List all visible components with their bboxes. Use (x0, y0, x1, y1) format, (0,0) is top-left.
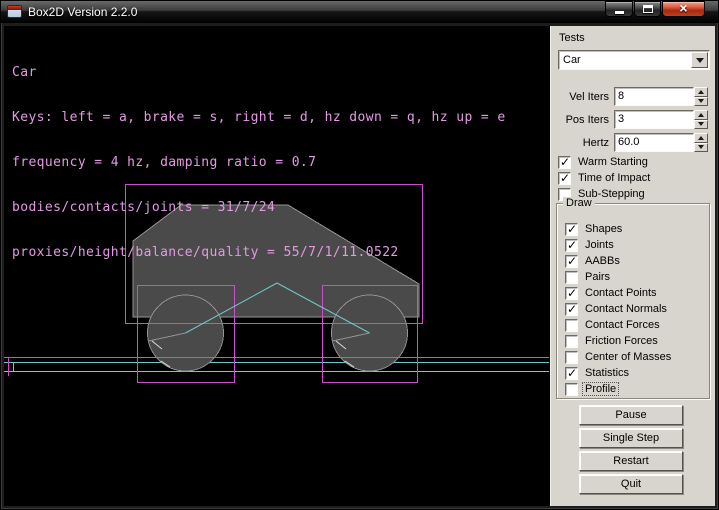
pos-iters-increment-button[interactable] (694, 110, 708, 120)
restart-button[interactable]: Restart (579, 451, 683, 471)
checkbox-label: Friction Forces (583, 335, 660, 347)
app-window: Box2D Version 2.2.0 Car Keys: left = a, … (0, 0, 719, 510)
close-button[interactable] (662, 1, 705, 17)
checkbox-contact-points[interactable]: Contact Points (565, 286, 659, 300)
checkbox-center-of-masses[interactable]: Center of Masses (565, 350, 673, 364)
pos-iters-spinner: Pos Iters 3 (552, 110, 712, 129)
window-controls (605, 1, 705, 17)
checkbox-label: Warm Starting (576, 156, 650, 168)
vel-iters-arrows (694, 87, 708, 106)
keys-help-text: Keys: left = a, brake = s, right = d, hz… (12, 110, 506, 125)
checkbox-box-icon (565, 367, 578, 380)
tests-label: Tests (559, 32, 585, 44)
pause-button[interactable]: Pause (579, 405, 683, 425)
checkbox-box-icon (565, 223, 578, 236)
test-name-text: Car (12, 65, 506, 80)
pos-iters-decrement-button[interactable] (694, 120, 708, 130)
checkbox-label: AABBs (583, 255, 622, 267)
checkbox-label: Shapes (583, 223, 624, 235)
checkbox-box-icon (558, 156, 571, 169)
vel-iters-label: Vel Iters (552, 91, 614, 103)
checkbox-label: Center of Masses (583, 351, 673, 363)
checkbox-profile[interactable]: Profile (565, 382, 618, 396)
down-arrow-icon (698, 122, 704, 126)
checkbox-box-icon (565, 303, 578, 316)
app-icon (7, 5, 22, 18)
down-arrow-icon (698, 99, 704, 103)
checkbox-label: Statistics (583, 367, 631, 379)
up-arrow-icon (698, 113, 704, 117)
simulation-viewport[interactable]: Car Keys: left = a, brake = s, right = d… (4, 26, 549, 506)
checkbox-box-icon (565, 239, 578, 252)
vel-iters-decrement-button[interactable] (694, 97, 708, 107)
test-select-value: Car (559, 54, 691, 66)
checkbox-box-icon (565, 255, 578, 268)
checkbox-warm-starting[interactable]: Warm Starting (558, 155, 650, 169)
checkbox-contact-forces[interactable]: Contact Forces (565, 318, 662, 332)
maximize-icon (643, 5, 653, 13)
checkbox-label: Contact Forces (583, 319, 662, 331)
hertz-spinner: Hertz 60.0 (552, 133, 712, 152)
checkbox-label: Pairs (583, 271, 612, 283)
checkbox-box-icon (558, 172, 571, 185)
checkbox-aabbs[interactable]: AABBs (565, 254, 622, 268)
checkbox-label: Joints (583, 239, 616, 251)
down-arrow-icon (698, 145, 704, 149)
minimize-icon (615, 11, 624, 14)
quit-button[interactable]: Quit (579, 474, 683, 494)
checkbox-contact-normals[interactable]: Contact Normals (565, 302, 669, 316)
checkbox-shapes[interactable]: Shapes (565, 222, 624, 236)
draw-group-label: Draw (563, 197, 595, 209)
vel-iters-spinner: Vel Iters 8 (552, 87, 712, 106)
checkbox-box-icon (565, 351, 578, 364)
proxies-stats-text: proxies/height/balance/quality = 55/7/1/… (12, 245, 506, 260)
checkbox-box-icon (565, 287, 578, 300)
checkbox-friction-forces[interactable]: Friction Forces (565, 334, 660, 348)
checkbox-time-of-impact[interactable]: Time of Impact (558, 171, 652, 185)
ground-edges (4, 362, 549, 372)
up-arrow-icon (698, 90, 704, 94)
vel-iters-increment-button[interactable] (694, 87, 708, 97)
hertz-input[interactable]: 60.0 (614, 133, 694, 152)
single-step-button[interactable]: Single Step (579, 428, 683, 448)
pos-iters-input[interactable]: 3 (614, 110, 694, 129)
checkbox-label: Contact Normals (583, 303, 669, 315)
minimize-button[interactable] (605, 1, 633, 17)
pos-iters-label: Pos Iters (552, 114, 614, 126)
hertz-label: Hertz (552, 137, 614, 149)
window-content: Car Keys: left = a, brake = s, right = d… (4, 26, 715, 506)
bodies-stats-text: bodies/contacts/joints = 31/7/24 (12, 200, 506, 215)
checkbox-pairs[interactable]: Pairs (565, 270, 612, 284)
close-icon (679, 0, 687, 18)
hertz-arrows (694, 133, 708, 152)
up-arrow-icon (698, 136, 704, 140)
window-title: Box2D Version 2.2.0 (28, 5, 137, 19)
pos-iters-arrows (694, 110, 708, 129)
control-panel: Tests Car Vel Iters 8 Pos Iters 3 (549, 26, 715, 506)
titlebar[interactable]: Box2D Version 2.2.0 (1, 1, 718, 23)
checkbox-box-icon (565, 271, 578, 284)
checkbox-label: Profile (583, 383, 618, 395)
frequency-text: frequency = 4 hz, damping ratio = 0.7 (12, 155, 506, 170)
checkbox-joints[interactable]: Joints (565, 238, 616, 252)
checkbox-label: Time of Impact (576, 172, 652, 184)
checkbox-box-icon (565, 319, 578, 332)
test-select-dropdown-button[interactable] (691, 52, 708, 68)
checkbox-box-icon (565, 335, 578, 348)
chevron-down-icon (696, 58, 704, 63)
hertz-decrement-button[interactable] (694, 143, 708, 153)
vel-iters-input[interactable]: 8 (614, 87, 694, 106)
maximize-button[interactable] (634, 1, 661, 17)
draw-groupbox: Draw Shapes Joints AABBs Pairs (556, 203, 710, 399)
hertz-increment-button[interactable] (694, 133, 708, 143)
checkbox-label: Contact Points (583, 287, 659, 299)
test-select[interactable]: Car (558, 50, 710, 70)
checkbox-statistics[interactable]: Statistics (565, 366, 631, 380)
checkbox-box-icon (565, 383, 578, 396)
debug-text-overlay: Car Keys: left = a, brake = s, right = d… (12, 35, 506, 290)
